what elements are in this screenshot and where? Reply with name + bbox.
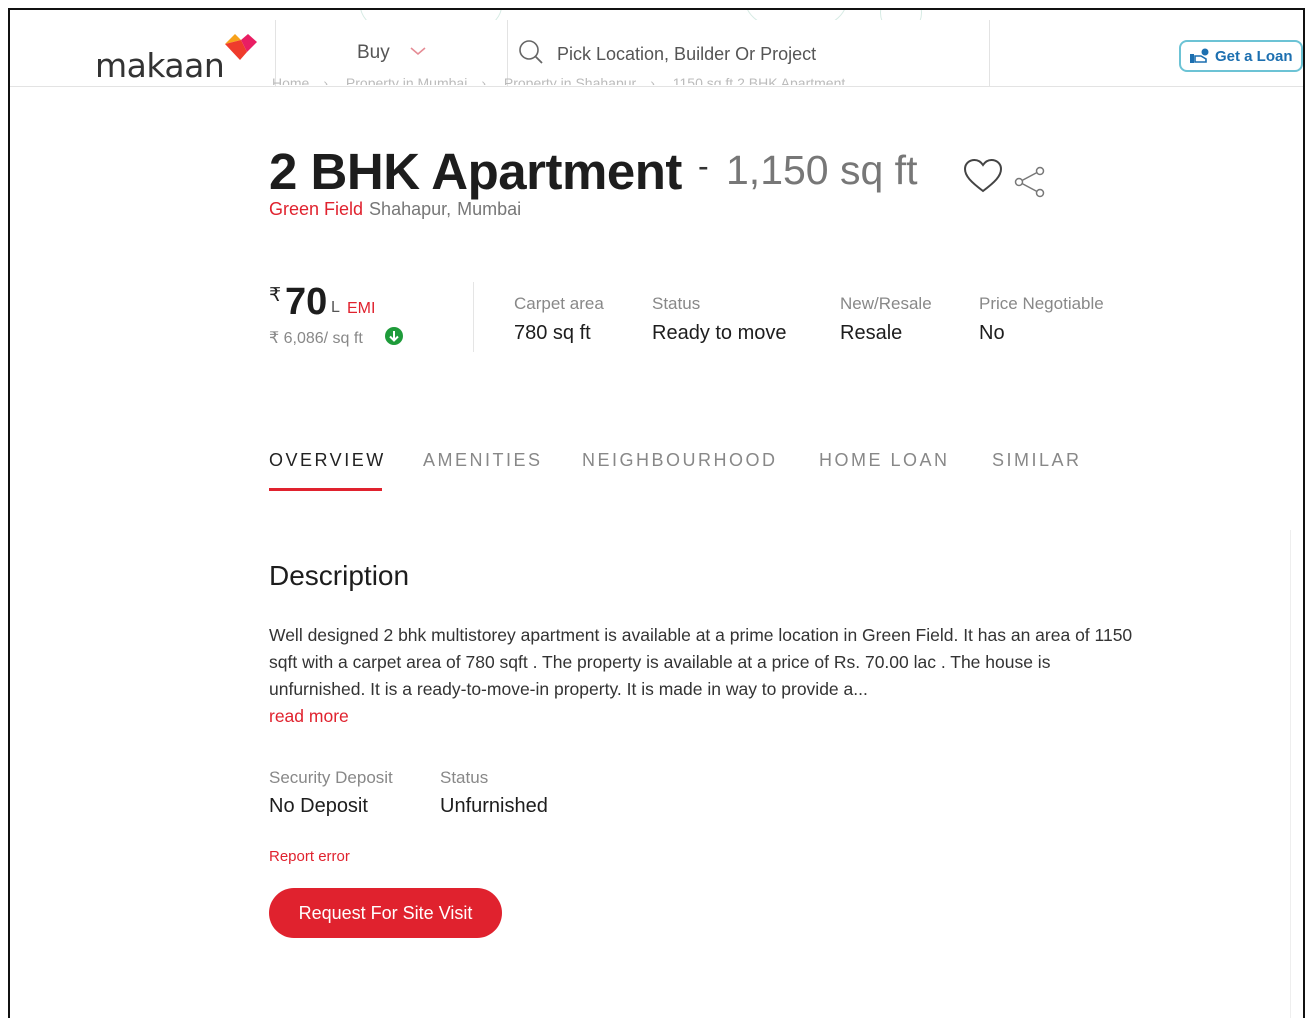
stat-label: Carpet area bbox=[514, 294, 604, 313]
price-unit: L bbox=[331, 299, 340, 316]
stat-label: Status bbox=[652, 294, 701, 313]
header-divider bbox=[989, 20, 990, 86]
tab-overview[interactable]: OVERVIEW bbox=[269, 450, 386, 471]
logo-text: makaan bbox=[95, 46, 225, 85]
search-input[interactable] bbox=[555, 38, 979, 70]
loan-hand-icon bbox=[1190, 48, 1209, 63]
locality-line: Green Field Shahapur, Mumbai bbox=[269, 199, 521, 220]
report-error-link[interactable]: Report error bbox=[269, 848, 350, 865]
emi-link[interactable]: EMI bbox=[347, 300, 375, 318]
listing-area: 1,150 sq ft bbox=[726, 147, 918, 193]
stat-value: 780 sq ft bbox=[514, 322, 591, 344]
heart-icon[interactable] bbox=[963, 158, 1003, 194]
detail-value: Unfurnished bbox=[440, 795, 548, 817]
listing-title: 2 BHK Apartment bbox=[269, 143, 682, 200]
stat-status: Status Ready to move bbox=[652, 294, 787, 345]
tab-neighbourhood[interactable]: NEIGHBOURHOOD bbox=[582, 450, 778, 471]
breadcrumb-item[interactable]: Home bbox=[272, 75, 309, 85]
detail-label: Security Deposit bbox=[269, 768, 393, 787]
stat-carpet-area: Carpet area 780 sq ft bbox=[514, 294, 604, 345]
stat-new-resale: New/Resale Resale bbox=[840, 294, 932, 345]
detail-value: No Deposit bbox=[269, 795, 368, 817]
side-panel-edge bbox=[1290, 530, 1303, 1018]
stat-value: Ready to move bbox=[652, 322, 787, 344]
price-per-sqft: ₹ 6,086/ sq ft bbox=[269, 330, 363, 347]
breadcrumb-item: 1150 sq ft 2 BHK Apartment bbox=[672, 75, 846, 85]
detail-label: Status bbox=[440, 768, 489, 787]
price-divider bbox=[473, 282, 474, 352]
get-loan-button[interactable]: Get a Loan bbox=[1179, 40, 1303, 72]
price-amount: 70 bbox=[285, 281, 328, 323]
chevron-down-icon[interactable] bbox=[408, 44, 428, 58]
breadcrumb-item[interactable]: Property in Mumbai bbox=[346, 75, 467, 85]
stat-label: New/Resale bbox=[840, 294, 932, 313]
heart-logo-icon bbox=[225, 34, 257, 60]
tab-amenities[interactable]: AMENITIES bbox=[423, 450, 543, 471]
stat-value: Resale bbox=[840, 322, 903, 344]
stat-price-negotiable: Price Negotiable No bbox=[979, 294, 1104, 345]
project-link[interactable]: Green Field bbox=[269, 199, 363, 219]
description-heading: Description bbox=[269, 560, 410, 591]
request-site-visit-button[interactable]: Request For Site Visit bbox=[269, 888, 502, 938]
active-tab-underline bbox=[269, 488, 382, 491]
title-dash: - bbox=[698, 148, 709, 184]
breadcrumb: Home › Property in Mumbai › Property in Sh… bbox=[272, 72, 859, 85]
share-icon[interactable] bbox=[1013, 166, 1047, 198]
stat-label: Price Negotiable bbox=[979, 294, 1104, 313]
page-frame: makaan Buy Get a Loan bbox=[8, 8, 1305, 1018]
search-icon bbox=[519, 40, 543, 64]
buy-dropdown[interactable]: Buy bbox=[357, 42, 390, 64]
tab-home-loan[interactable]: HOME LOAN bbox=[819, 450, 950, 471]
tab-similar[interactable]: SIMILAR bbox=[992, 450, 1082, 471]
city-name[interactable]: Mumbai bbox=[457, 199, 521, 219]
stat-value: No bbox=[979, 322, 1005, 344]
currency-symbol: ₹ bbox=[269, 285, 282, 306]
read-more-link[interactable]: read more bbox=[269, 706, 349, 727]
price-down-icon[interactable] bbox=[384, 326, 404, 346]
description-text: Well designed 2 bhk multistorey apartmen… bbox=[269, 625, 1133, 699]
breadcrumb-item[interactable]: Property in Shahapur bbox=[504, 75, 636, 85]
locality-name[interactable]: Shahapur, bbox=[369, 199, 451, 219]
get-loan-label: Get a Loan bbox=[1215, 47, 1293, 65]
